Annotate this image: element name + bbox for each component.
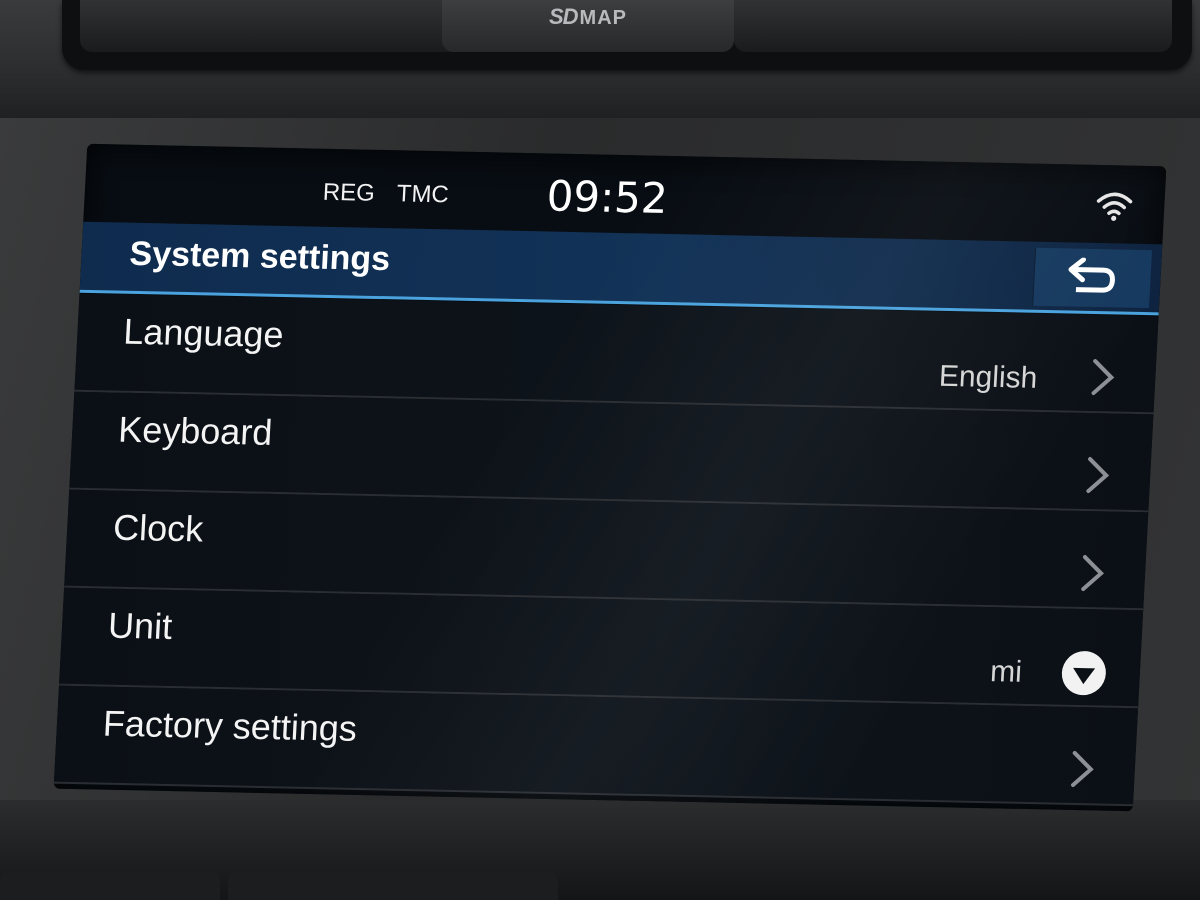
reg-indicator: REG: [322, 178, 376, 207]
settings-row-label: Unit: [107, 604, 174, 647]
settings-row-label: Language: [122, 310, 285, 356]
chevron-right-icon: [1086, 457, 1110, 494]
hardware-button-right[interactable]: [734, 0, 1172, 52]
settings-row-label: Keyboard: [117, 408, 274, 453]
unit-value: mi: [989, 655, 1023, 689]
settings-row-label: Factory settings: [101, 702, 358, 749]
chevron-right-icon: [1081, 555, 1105, 592]
tmc-indicator: TMC: [396, 180, 450, 209]
hardware-button-left[interactable]: [80, 0, 490, 52]
sd-map-label: SD MAP: [442, 4, 734, 30]
map-label: MAP: [579, 7, 627, 29]
back-button[interactable]: [1032, 247, 1153, 309]
chevron-right-icon: [1091, 359, 1115, 396]
back-arrow-icon: [1068, 257, 1115, 293]
sd-logo: SD: [548, 4, 579, 29]
hardware-button-strip: SD MAP: [62, 0, 1192, 70]
chevron-right-icon: [1071, 750, 1094, 787]
dropdown-icon[interactable]: [1060, 650, 1107, 696]
bottom-hardware-button-center[interactable]: [228, 872, 558, 900]
map-hardware-button[interactable]: SD MAP: [442, 0, 734, 52]
clock-time: 09:52: [545, 171, 669, 223]
bottom-hardware-button-left[interactable]: [0, 872, 220, 900]
dashboard-top: SD MAP: [0, 0, 1200, 120]
dropdown-triangle: [1072, 667, 1096, 684]
settings-list: Language English Keyboard Clock Unit mi …: [53, 293, 1159, 807]
infotainment-screen: REG TMC 09:52 System settings Language E…: [53, 143, 1167, 812]
wifi-icon: [1096, 192, 1133, 221]
language-value: English: [938, 359, 1039, 395]
page-title: System settings: [128, 234, 392, 279]
settings-row-label: Clock: [112, 506, 205, 550]
